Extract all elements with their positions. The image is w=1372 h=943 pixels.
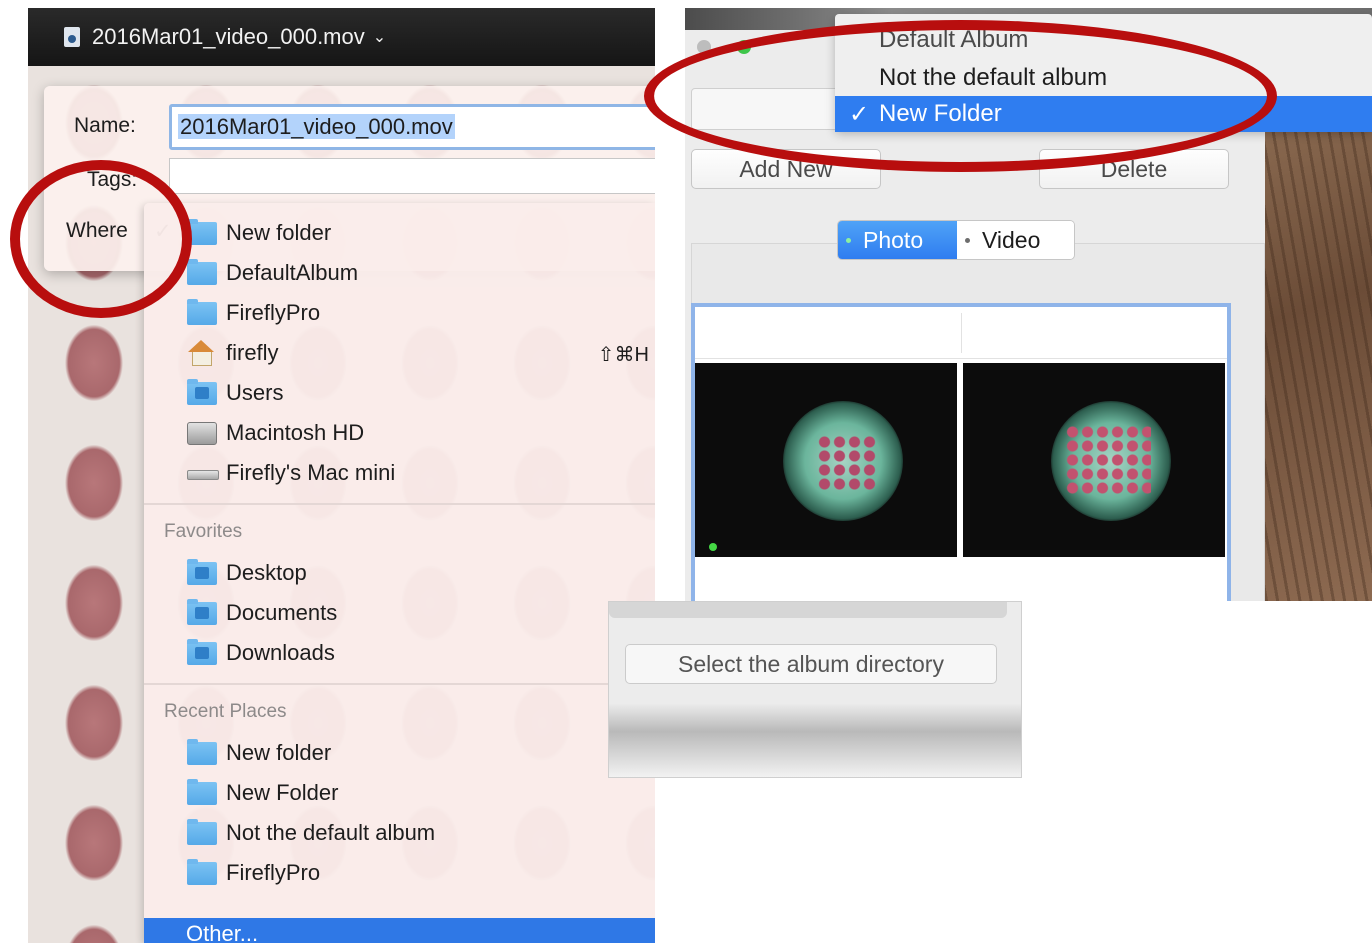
favorites-header: Favorites [164, 521, 243, 542]
menu-item-label: Documents [226, 600, 338, 625]
menu-item-label: Desktop [226, 560, 307, 585]
thumbnail-2[interactable] [963, 363, 1225, 557]
menu-item-defaultalbum[interactable]: DefaultAlbum [144, 253, 655, 293]
folder-icon [187, 259, 217, 285]
thumbnail-1[interactable] [695, 363, 957, 557]
menu-item-label: DefaultAlbum [226, 260, 359, 285]
menu-item-recent-not-default-album[interactable]: Not the default album [144, 813, 655, 853]
menu-item-label: Users [226, 380, 284, 405]
tags-label: Tags: [87, 168, 138, 191]
sample-pattern [817, 435, 877, 490]
menu-item-fireflypro[interactable]: FireflyPro [144, 293, 655, 333]
microscope-image [783, 401, 903, 521]
document-title-bar[interactable]: 2016Mar01_video_000.mov ⌄ [28, 8, 655, 66]
menu-item-users[interactable]: Users [144, 373, 655, 413]
folder-icon [187, 739, 217, 765]
delete-button[interactable]: Delete [1039, 149, 1229, 189]
popup-item-label: Not the default album [879, 64, 1108, 91]
folder-icon [187, 299, 217, 325]
menu-divider [144, 503, 655, 505]
name-value: 2016Mar01_video_000.mov [178, 114, 455, 139]
menu-item-mac-mini[interactable]: Firefly's Mac mini [144, 453, 655, 493]
segment-video[interactable]: Video [956, 221, 1074, 259]
home-icon [187, 340, 217, 366]
folder-icon [187, 859, 217, 885]
popup-item-new-folder[interactable]: ✓ New Folder [835, 96, 1372, 132]
album-popup-menu: Default Album Not the default album ✓ Ne… [835, 14, 1372, 132]
status-dot-icon [709, 543, 717, 551]
where-dropdown-menu: New folder DefaultAlbum FireflyPro firef… [144, 203, 655, 943]
segment-label: Photo [863, 226, 924, 253]
chevron-down-icon[interactable]: ⌄ [373, 27, 386, 47]
select-album-directory-button[interactable]: Select the album directory [625, 644, 997, 684]
downloads-folder-icon [187, 639, 217, 665]
menu-item-label: FireflyPro [226, 300, 321, 325]
menu-item-label: New folder [226, 220, 332, 245]
segment-photo[interactable]: Photo [838, 221, 957, 259]
menu-item-recent-new-folder-2[interactable]: New Folder [144, 773, 655, 813]
menu-item-label: Not the default album [226, 820, 436, 845]
menu-item-label: firefly [226, 340, 279, 365]
menu-item-desktop[interactable]: Desktop [144, 553, 655, 593]
hard-drive-icon [187, 422, 217, 445]
popup-item-label: Default Album [879, 26, 1029, 52]
menu-item-downloads[interactable]: Downloads [144, 633, 655, 673]
menu-item-label: Downloads [226, 640, 335, 665]
popup-item-label: New Folder [879, 100, 1002, 127]
name-label: Name: [74, 114, 136, 137]
dot-icon [964, 237, 970, 243]
popup-item-not-default-album[interactable]: Not the default album [835, 60, 1372, 96]
documents-folder-icon [187, 599, 217, 625]
menu-divider [144, 683, 655, 685]
window-scroll-bar [609, 602, 1007, 618]
desktop-folder-icon [187, 559, 217, 585]
add-new-button[interactable]: Add New [691, 149, 881, 189]
menu-item-recent-fireflypro[interactable]: FireflyPro [144, 853, 655, 893]
app-window: Add New Delete Photo Video Default Album [685, 8, 1372, 601]
menu-item-label: FireflyPro [226, 860, 321, 885]
folder-icon [187, 219, 217, 245]
users-folder-icon [187, 379, 217, 405]
tags-input[interactable] [169, 158, 655, 194]
folder-icon [187, 819, 217, 845]
menu-item-label: New folder [226, 740, 332, 765]
sample-pattern [1065, 425, 1151, 495]
dot-icon [846, 237, 851, 243]
window-close-button[interactable] [697, 40, 711, 54]
media-thumbnail-grid [691, 303, 1231, 601]
menu-item-label: New Folder [226, 780, 339, 805]
menu-item-home-firefly[interactable]: firefly ⇧⌘H [144, 333, 655, 373]
segment-label: Video [981, 226, 1041, 253]
checkmark-icon: ✓ [849, 101, 870, 128]
where-label: Where [66, 219, 128, 242]
menu-item-label: Macintosh HD [226, 420, 365, 445]
name-input[interactable]: 2016Mar01_video_000.mov [169, 104, 655, 150]
mac-mini-icon [187, 462, 219, 485]
media-type-segmented-control: Photo Video [837, 220, 1075, 260]
menu-item-new-folder[interactable]: New folder [144, 213, 655, 253]
folder-icon [187, 779, 217, 805]
window-zoom-button[interactable] [737, 40, 751, 54]
menu-item-recent-new-folder[interactable]: New folder [144, 733, 655, 773]
save-dialog-panel: 2016Mar01_video_000.mov ⌄ Name: 2016Mar0… [28, 8, 655, 943]
microscope-image [1051, 401, 1171, 521]
menu-item-documents[interactable]: Documents [144, 593, 655, 633]
shortcut-label: ⇧⌘H [597, 344, 649, 366]
menu-item-other[interactable]: Other... [144, 918, 655, 943]
movie-file-icon [64, 27, 80, 47]
grid-header [695, 307, 1227, 359]
menu-item-macintosh-hd[interactable]: Macintosh HD [144, 413, 655, 453]
menu-item-label: Firefly's Mac mini [226, 460, 396, 485]
document-title: 2016Mar01_video_000.mov [92, 24, 365, 49]
popup-item-default-album[interactable]: Default Album [835, 22, 1372, 52]
album-directory-window: Select the album directory [608, 601, 1022, 778]
recent-places-header: Recent Places [164, 701, 287, 722]
